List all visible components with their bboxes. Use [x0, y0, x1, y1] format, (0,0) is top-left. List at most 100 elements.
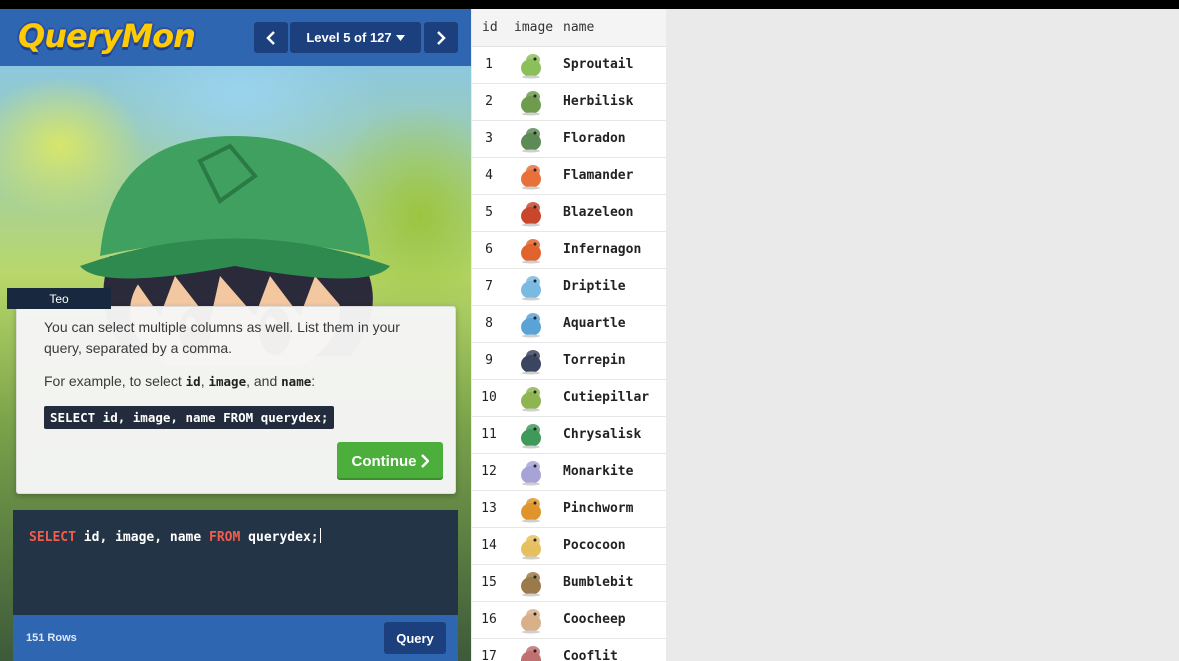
monster-sprite-icon: [521, 239, 541, 264]
monster-sprite-icon: [521, 535, 541, 560]
speaker-name-tag: Teo: [7, 288, 111, 309]
cell-id: 15: [481, 575, 497, 590]
query-button[interactable]: Query: [384, 622, 446, 654]
cell-name: Flamander: [563, 168, 634, 183]
column-image-code: image: [208, 374, 247, 389]
table-row: 14 Pococoon: [472, 528, 666, 565]
monster-sprite-icon: [521, 165, 541, 190]
game-panel: QueryMon Level 5 of 127 Teo You can sele…: [0, 9, 471, 661]
cell-id: 6: [485, 242, 493, 257]
monster-sprite-icon: [521, 276, 541, 301]
cell-id: 5: [485, 205, 493, 220]
dialog-line-2-prefix: For example, to select: [44, 373, 186, 389]
cell-id: 11: [481, 427, 497, 442]
level-selector[interactable]: Level 5 of 127: [290, 22, 421, 53]
chevron-right-icon: [437, 30, 446, 45]
table-row: 3 Floradon: [472, 121, 666, 158]
table-row: 4 Flamander: [472, 158, 666, 195]
cell-name: Cooflit: [563, 649, 618, 661]
cell-name: Herbilisk: [563, 94, 634, 109]
cell-name: Blazeleon: [563, 205, 634, 220]
column-id-code: id: [185, 374, 201, 389]
separator-2: , and: [246, 373, 282, 389]
cell-name: Floradon: [563, 131, 626, 146]
monster-sprite-icon: [521, 387, 541, 412]
cell-name: Infernagon: [563, 242, 642, 257]
table-row: 15 Bumblebit: [472, 565, 666, 602]
table-row: 12 Monarkite: [472, 454, 666, 491]
table-row: 16 Coocheep: [472, 602, 666, 639]
table-row: 1 Sproutail: [472, 47, 666, 84]
table-row: 6 Infernagon: [472, 232, 666, 269]
column-name-code: name: [281, 374, 312, 389]
monster-sprite-icon: [521, 54, 541, 79]
table-row: 17 Cooflit: [472, 639, 666, 661]
editor-query-line: SELECT id, image, name FROM querydex;: [29, 528, 321, 545]
table-header: id image name: [472, 9, 666, 47]
header-bar: QueryMon Level 5 of 127: [0, 9, 471, 66]
cell-id: 2: [485, 94, 493, 109]
keyword-select: SELECT: [29, 530, 76, 545]
cell-name: Torrepin: [563, 353, 626, 368]
cell-name: Monarkite: [563, 464, 634, 479]
rows-count: 151 Rows: [26, 632, 77, 644]
table-row: 11 Chrysalisk: [472, 417, 666, 454]
monster-sprite-icon: [521, 424, 541, 449]
cell-name: Bumblebit: [563, 575, 634, 590]
column-header-name: name: [563, 20, 595, 35]
monster-sprite-icon: [521, 646, 541, 661]
table-row: 7 Driptile: [472, 269, 666, 306]
column-header-image: image: [514, 20, 554, 35]
chevron-left-icon: [266, 30, 275, 45]
cell-id: 13: [481, 501, 497, 516]
cell-name: Pinchworm: [563, 501, 634, 516]
dialog-line-1: You can select multiple columns as well.…: [44, 319, 400, 356]
dialog-line-2-suffix: :: [311, 373, 316, 389]
cell-id: 7: [485, 279, 493, 294]
caret-down-icon: [395, 34, 405, 41]
cell-id: 4: [485, 168, 493, 183]
dialog-box: You can select multiple columns as well.…: [16, 306, 456, 494]
querymon-logo: QueryMon: [18, 17, 196, 55]
monster-sprite-icon: [521, 91, 541, 116]
cell-name: Coocheep: [563, 612, 626, 627]
cell-id: 16: [481, 612, 497, 627]
results-table: id image name 1 Sproutail 2 Herbilisk 3 Flora…: [472, 9, 666, 661]
cell-name: Pococoon: [563, 538, 626, 553]
monster-sprite-icon: [521, 202, 541, 227]
monster-sprite-icon: [521, 461, 541, 486]
text-caret: [319, 528, 321, 543]
column-header-id: id: [482, 20, 498, 35]
monster-sprite-icon: [521, 609, 541, 634]
editor-footer: 151 Rows Query: [13, 615, 458, 661]
continue-label: Continue: [351, 452, 417, 470]
monster-sprite-icon: [521, 498, 541, 523]
table-row: 10 Cutiepillar: [472, 380, 666, 417]
cell-id: 3: [485, 131, 493, 146]
cell-name: Chrysalisk: [563, 427, 642, 442]
cell-id: 10: [481, 390, 497, 405]
continue-button[interactable]: Continue: [337, 442, 443, 480]
cell-id: 9: [485, 353, 493, 368]
table-row: 8 Aquartle: [472, 306, 666, 343]
table-body: 1 Sproutail 2 Herbilisk 3 Floradon 4 Flamander 5…: [472, 47, 666, 661]
cell-id: 1: [485, 57, 493, 72]
cell-id: 17: [481, 649, 497, 661]
cell-name: Sproutail: [563, 57, 634, 72]
cell-name: Driptile: [563, 279, 626, 294]
table-row: 9 Torrepin: [472, 343, 666, 380]
keyword-from: FROM: [209, 530, 241, 545]
top-black-bar: [0, 0, 1179, 9]
level-label: Level 5 of 127: [306, 30, 392, 45]
next-level-button[interactable]: [424, 22, 458, 53]
cell-name: Aquartle: [563, 316, 626, 331]
code-example: SELECT id, image, name FROM querydex;: [44, 406, 335, 429]
monster-sprite-icon: [521, 572, 541, 597]
cell-id: 14: [481, 538, 497, 553]
monster-sprite-icon: [521, 313, 541, 338]
cell-name: Cutiepillar: [563, 390, 650, 405]
previous-level-button[interactable]: [254, 22, 288, 53]
sql-editor[interactable]: SELECT id, image, name FROM querydex;: [13, 510, 458, 616]
monster-sprite-icon: [521, 128, 541, 153]
chevron-right-icon: [420, 454, 429, 468]
